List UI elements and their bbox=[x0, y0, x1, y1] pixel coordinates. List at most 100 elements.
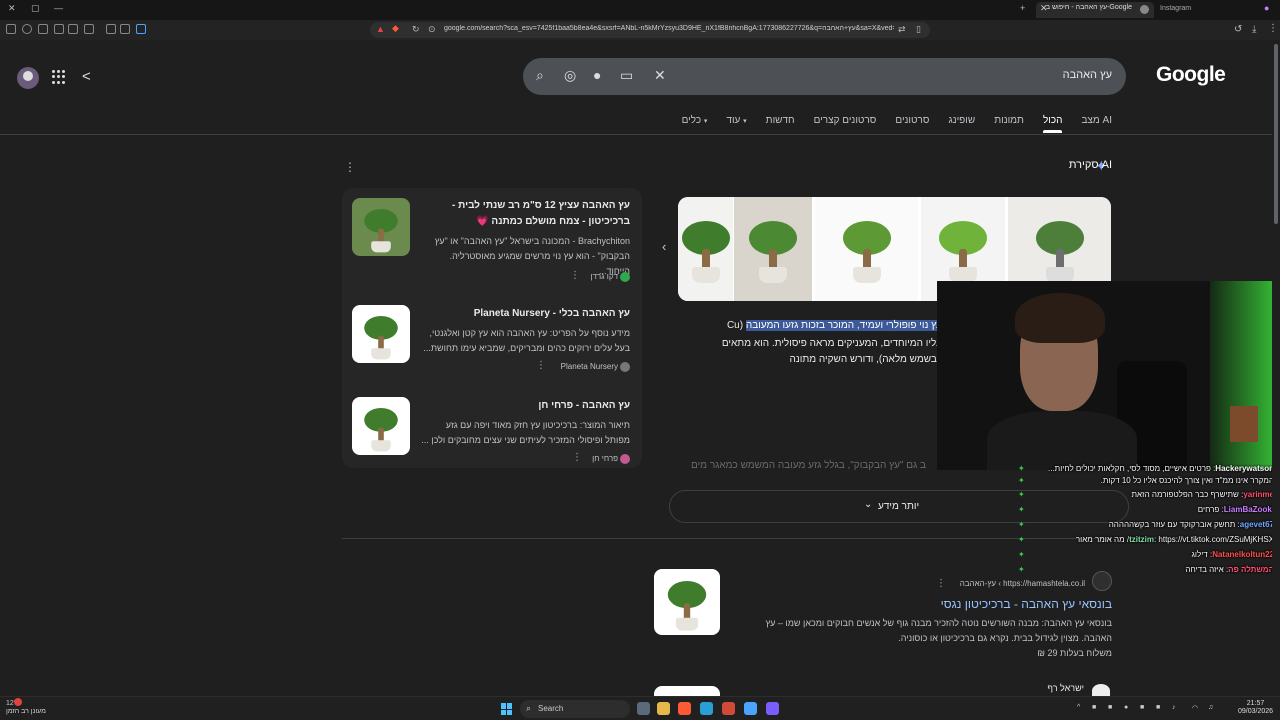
weather-widget[interactable]: 12°C מעונן רב הזמן bbox=[6, 700, 46, 716]
tray-icon[interactable]: ■ bbox=[1108, 704, 1112, 711]
wifi-icon[interactable]: ◠ bbox=[1192, 704, 1198, 712]
file-explorer-icon[interactable] bbox=[657, 702, 670, 715]
close-icon[interactable]: ✕ bbox=[8, 3, 16, 14]
more-options-icon[interactable]: ⋮ bbox=[536, 360, 546, 371]
tab-videos[interactable]: סרטונים bbox=[895, 115, 929, 126]
tray-icon[interactable]: ● bbox=[1124, 704, 1128, 711]
search-bar[interactable]: ⌕ ◎ ● ▭ ✕ עץ האהבה bbox=[523, 58, 1126, 95]
share-icon[interactable]: < bbox=[82, 68, 91, 85]
puzzle-icon[interactable] bbox=[38, 24, 48, 34]
scrollbar-thumb[interactable] bbox=[1274, 44, 1278, 224]
chevron-left-icon[interactable]: ‹ bbox=[662, 239, 678, 257]
windows-start-icon[interactable] bbox=[501, 703, 513, 715]
chat-badge-icon: ✦ bbox=[1018, 476, 1025, 485]
discord-icon[interactable] bbox=[766, 702, 779, 715]
chat-text: שתישרף כבר הפלטפורמה הזאת bbox=[1131, 490, 1239, 499]
chat-username[interactable]: tzitzim bbox=[1129, 535, 1154, 544]
minimize-icon[interactable]: — bbox=[54, 3, 63, 13]
brave-shield-icon[interactable]: ◆ bbox=[392, 23, 399, 34]
more-icon[interactable]: ⋮ bbox=[1268, 23, 1278, 34]
chat-username[interactable]: LiamBaZooki bbox=[1224, 505, 1274, 514]
tab-ai-mode[interactable]: מצב AI bbox=[1081, 115, 1112, 126]
task-view-icon[interactable] bbox=[637, 702, 650, 715]
tab-instagram[interactable]: Instagram bbox=[1160, 5, 1191, 12]
tab-tools[interactable]: כלים ▾ bbox=[682, 115, 708, 126]
extension-icon[interactable] bbox=[120, 24, 130, 34]
plant-image[interactable] bbox=[678, 197, 733, 301]
search-icon[interactable]: ⌕ bbox=[536, 67, 544, 84]
app-icon[interactable] bbox=[744, 702, 757, 715]
reload-icon[interactable]: ↻ bbox=[412, 24, 420, 35]
more-options-icon[interactable]: ⋮ bbox=[572, 452, 582, 463]
result-site[interactable]: ישראל רף bbox=[1047, 683, 1084, 693]
apps-grid-icon[interactable] bbox=[52, 70, 66, 84]
avatar[interactable] bbox=[17, 67, 39, 89]
tray-icon[interactable]: ■ bbox=[1156, 704, 1160, 711]
lens-icon[interactable]: ◎ bbox=[564, 67, 576, 84]
tab-images[interactable]: תמונות bbox=[994, 115, 1024, 126]
more-options-icon[interactable]: ⋮ bbox=[570, 270, 580, 281]
tab-more[interactable]: עוד ▾ bbox=[726, 115, 746, 126]
tray-icon[interactable]: ♪ bbox=[1172, 704, 1176, 711]
chat-username[interactable]: Hackerywatson bbox=[1215, 464, 1274, 473]
chat-text: פרחים bbox=[1197, 505, 1220, 514]
source-thumbnail bbox=[352, 305, 410, 363]
site-favicon-icon bbox=[620, 362, 630, 372]
chat-username[interactable]: המשתלה פה bbox=[1228, 565, 1274, 574]
search-input[interactable]: עץ האהבה bbox=[1063, 69, 1112, 81]
tray-chevron-icon[interactable]: ^ bbox=[1077, 704, 1080, 711]
steam-icon[interactable] bbox=[700, 702, 713, 715]
google-logo[interactable]: Google bbox=[1156, 63, 1226, 87]
result-thumbnail[interactable] bbox=[654, 569, 720, 635]
new-tab-icon[interactable]: + bbox=[1020, 3, 1025, 13]
chat-text: https://vt.tiktok.com/ZSuMjKHSX/ מה אומר… bbox=[1075, 535, 1274, 544]
tab-all[interactable]: הכול bbox=[1042, 115, 1063, 133]
site-info-icon[interactable]: ⊙ bbox=[428, 24, 436, 35]
screenshot-icon[interactable] bbox=[106, 24, 116, 34]
volume-icon[interactable]: ♫ bbox=[1208, 704, 1213, 711]
music-icon[interactable] bbox=[84, 24, 94, 34]
chat-username[interactable]: yarinme bbox=[1243, 490, 1274, 499]
source-title-2[interactable]: ברכיכיטון - צמח מושלם כמתנה 💗 bbox=[476, 216, 630, 227]
microphone-icon[interactable]: ● bbox=[593, 67, 601, 83]
tab-short-videos[interactable]: סרטונים קצרים bbox=[814, 115, 877, 126]
source-title[interactable]: עץ האהבה עציץ 12 ס"מ רב שנתי לבית - bbox=[452, 200, 630, 211]
menu-icon[interactable] bbox=[6, 24, 16, 34]
result-title[interactable]: בונסאי עץ האהבה - ברכיכיטון נגסי bbox=[941, 597, 1112, 611]
download-icon[interactable]: ⤓ bbox=[1252, 24, 1256, 35]
ai-overview-menu-icon[interactable]: ⋮ bbox=[344, 160, 356, 174]
source-title[interactable]: עץ האהבה - פרחי חן bbox=[538, 400, 630, 411]
chat-username[interactable]: Natanelkoltun22 bbox=[1212, 550, 1274, 559]
keyboard-icon[interactable]: ▭ bbox=[620, 67, 633, 84]
history-icon[interactable]: ↺ bbox=[1234, 24, 1242, 35]
tune-icon[interactable]: ⇄ bbox=[898, 24, 906, 35]
site-favicon-icon bbox=[620, 272, 630, 282]
tab-google-search[interactable]: ✕ עץ האהבה - חיפוש ב-Google bbox=[1036, 2, 1154, 18]
tray-icon[interactable]: ■ bbox=[1140, 704, 1144, 711]
more-options-icon[interactable]: ⋮ bbox=[936, 578, 946, 589]
clock[interactable]: 21:57 09/03/2026 bbox=[1238, 700, 1273, 716]
chat-badge-icon: ✦ bbox=[1018, 550, 1025, 559]
address-bar[interactable]: ▲ ◆ ↻ ⊙ google.com/search?sca_esv=7425f1… bbox=[370, 22, 930, 38]
clear-icon[interactable]: ✕ bbox=[654, 67, 666, 84]
source-title[interactable]: עץ האהבה בכלי - Planeta Nursery bbox=[474, 308, 630, 319]
plant-image[interactable] bbox=[815, 197, 918, 301]
sound-icon[interactable] bbox=[136, 24, 146, 34]
source-site: פרחי חן bbox=[592, 454, 618, 463]
chat-username[interactable]: agevet67 bbox=[1240, 520, 1274, 529]
location-icon[interactable] bbox=[22, 24, 32, 34]
ai-overview-line-1: הוא עץ נוי פופולרי ועמיד, המוכר בזכות גז… bbox=[727, 320, 960, 331]
restore-icon[interactable]: ▢ bbox=[31, 3, 40, 14]
plant-image[interactable] bbox=[734, 197, 812, 301]
brave-icon[interactable] bbox=[678, 702, 691, 715]
taskbar-search[interactable]: ⌕ Search bbox=[520, 700, 630, 718]
sidebar-icon[interactable] bbox=[68, 24, 78, 34]
tab-icon[interactable] bbox=[54, 24, 64, 34]
tab-shopping[interactable]: שופינג bbox=[948, 115, 975, 126]
browser-profile-icon[interactable]: ● bbox=[1264, 3, 1269, 13]
app-icon[interactable] bbox=[722, 702, 735, 715]
bookmark-icon[interactable]: ▯ bbox=[916, 24, 921, 35]
ai-partial-text: (Cu bbox=[726, 320, 744, 331]
tab-news[interactable]: חדשות bbox=[766, 115, 795, 126]
tray-icon[interactable]: ■ bbox=[1092, 704, 1096, 711]
